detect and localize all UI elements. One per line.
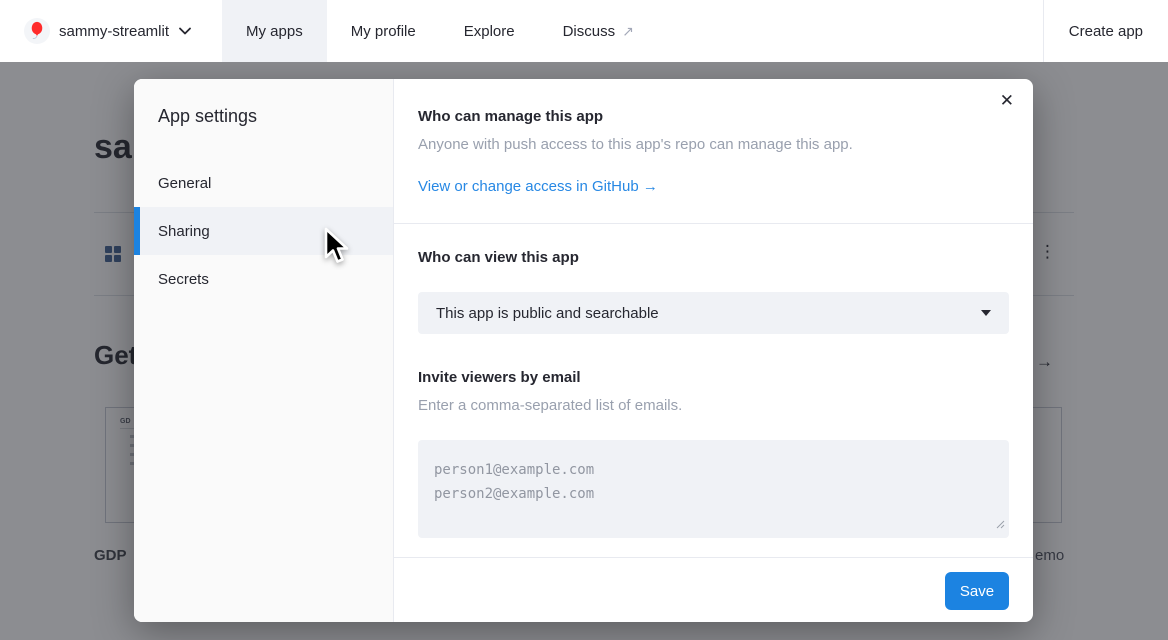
manage-section-description: Anyone with push access to this app's re… bbox=[418, 135, 1009, 155]
view-section: Who can view this app This app is public… bbox=[394, 224, 1033, 334]
invite-section-title: Invite viewers by email bbox=[418, 368, 1009, 388]
dropdown-caret-icon bbox=[981, 310, 991, 316]
save-button[interactable]: Save bbox=[945, 572, 1009, 610]
settings-sidebar: App settings General Sharing Secrets bbox=[134, 79, 394, 622]
modal-title: App settings bbox=[134, 79, 393, 127]
streamlit-balloon-icon bbox=[24, 18, 50, 44]
invite-section-description: Enter a comma-separated list of emails. bbox=[418, 396, 1009, 416]
invite-emails-textarea[interactable] bbox=[418, 440, 1009, 538]
chevron-down-icon bbox=[179, 22, 191, 40]
visibility-dropdown-value: This app is public and searchable bbox=[436, 305, 659, 322]
invite-section: Invite viewers by email Enter a comma-se… bbox=[394, 334, 1033, 538]
sidebar-item-secrets[interactable]: Secrets bbox=[134, 255, 393, 303]
sharing-panel: ✕ Who can manage this app Anyone with pu… bbox=[394, 79, 1033, 622]
nav-tab-my-apps[interactable]: My apps bbox=[222, 0, 327, 62]
manage-section-title: Who can manage this app bbox=[418, 107, 1009, 127]
close-icon[interactable]: ✕ bbox=[1000, 91, 1014, 111]
modal-footer: Save bbox=[394, 557, 1033, 622]
github-access-link[interactable]: View or change access in GitHub → bbox=[418, 177, 658, 197]
arrow-right-icon: → bbox=[643, 178, 658, 195]
sidebar-item-sharing[interactable]: Sharing bbox=[134, 207, 393, 255]
sidebar-item-general[interactable]: General bbox=[134, 159, 393, 207]
top-navbar: sammy-streamlit My apps My profile Explo… bbox=[0, 0, 1168, 62]
external-link-icon: ↗ bbox=[622, 23, 634, 40]
app-settings-modal: App settings General Sharing Secrets ✕ W… bbox=[134, 79, 1033, 622]
create-app-button[interactable]: Create app bbox=[1043, 0, 1168, 62]
visibility-dropdown[interactable]: This app is public and searchable bbox=[418, 292, 1009, 334]
workspace-switcher[interactable]: sammy-streamlit bbox=[0, 0, 222, 62]
nav-tab-my-profile[interactable]: My profile bbox=[327, 0, 440, 62]
workspace-name: sammy-streamlit bbox=[59, 23, 169, 40]
view-section-title: Who can view this app bbox=[418, 248, 1009, 268]
nav-tab-explore[interactable]: Explore bbox=[440, 0, 539, 62]
resize-handle-icon[interactable] bbox=[996, 516, 1005, 534]
nav-tab-discuss[interactable]: Discuss ↗ bbox=[539, 0, 658, 62]
manage-section: Who can manage this app Anyone with push… bbox=[394, 79, 1033, 223]
